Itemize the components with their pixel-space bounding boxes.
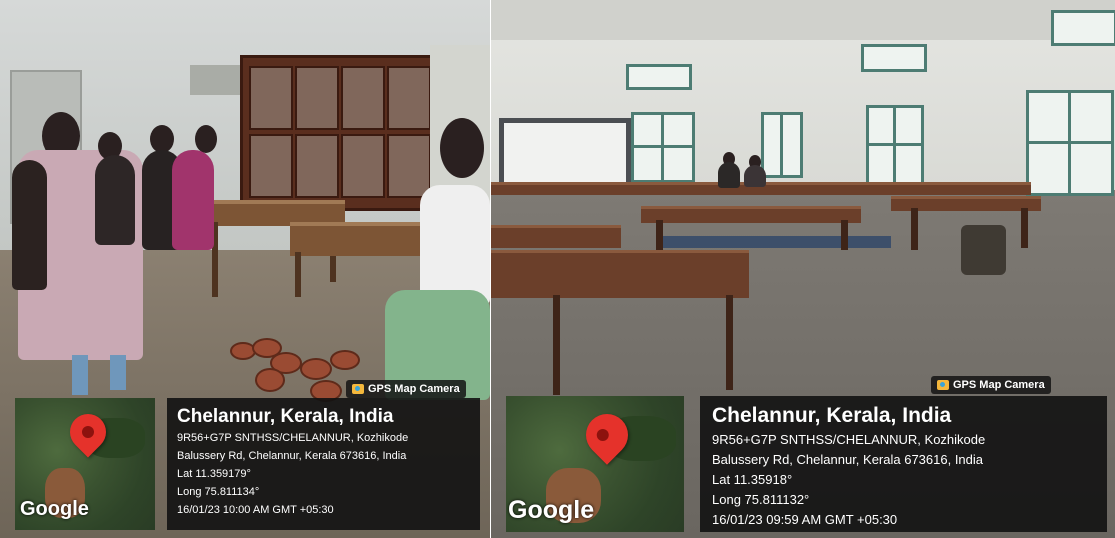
- gps-map-camera-tag: GPS Map Camera: [931, 376, 1051, 394]
- location-map-thumbnail: Google: [15, 398, 155, 530]
- location-title: Chelannur, Kerala, India: [712, 404, 952, 427]
- latitude-line: Lat 11.35918°: [712, 472, 793, 487]
- location-info-panel: Chelannur, Kerala, India 9R56+G7P SNTHSS…: [700, 396, 1107, 532]
- photo-right-classroom: GPS Map Camera Google Chelannur, Kerala,…: [491, 0, 1115, 538]
- ceiling: [491, 0, 1115, 40]
- google-logo: Google: [508, 496, 595, 524]
- clay-pot: [255, 368, 285, 392]
- whiteboard: [499, 118, 631, 188]
- google-logo: Google: [20, 498, 89, 520]
- bench: [661, 236, 891, 248]
- ventilator-window: [861, 44, 927, 72]
- plus-code-line: 9R56+G7P SNTHSS/CHELANNUR, Kozhikode: [712, 432, 986, 447]
- ventilator-window: [1051, 10, 1115, 46]
- window: [866, 105, 924, 186]
- location-info-panel: Chelannur, Kerala, India 9R56+G7P SNTHSS…: [167, 398, 480, 530]
- gps-tag-label: GPS Map Camera: [953, 379, 1045, 391]
- desk: [641, 206, 861, 223]
- longitude-line: Long 75.811134°: [177, 486, 260, 498]
- ventilator-window: [626, 64, 692, 90]
- address-line: Balussery Rd, Chelannur, Kerala 673616, …: [712, 452, 984, 467]
- gps-map-camera-tag: GPS Map Camera: [346, 380, 466, 398]
- window: [1026, 90, 1114, 196]
- longitude-line: Long 75.811132°: [712, 492, 810, 507]
- clay-pot: [300, 358, 332, 380]
- camera-icon: [937, 380, 949, 390]
- photo-left-lab: GPS Map Camera Google Chelannur, Kerala,…: [0, 0, 490, 538]
- camera-icon: [352, 384, 364, 394]
- address-line: Balussery Rd, Chelannur, Kerala 673616, …: [177, 450, 407, 462]
- location-title: Chelannur, Kerala, India: [177, 406, 394, 427]
- clay-pot: [330, 350, 360, 370]
- glass-cabinet: [240, 55, 441, 211]
- gps-tag-label: GPS Map Camera: [368, 383, 460, 395]
- window: [761, 112, 803, 178]
- desk: [491, 250, 749, 298]
- desk: [491, 225, 621, 248]
- chair: [961, 225, 1006, 275]
- lab-bench: [290, 222, 420, 256]
- timestamp-line: 16/01/23 10:00 AM GMT +05:30: [177, 504, 334, 516]
- plus-code-line: 9R56+G7P SNTHSS/CHELANNUR, Kozhikode: [177, 432, 409, 444]
- latitude-line: Lat 11.359179°: [177, 468, 251, 480]
- window: [631, 112, 695, 183]
- location-map-thumbnail: Google: [506, 396, 684, 532]
- timestamp-line: 16/01/23 09:59 AM GMT +05:30: [712, 512, 898, 527]
